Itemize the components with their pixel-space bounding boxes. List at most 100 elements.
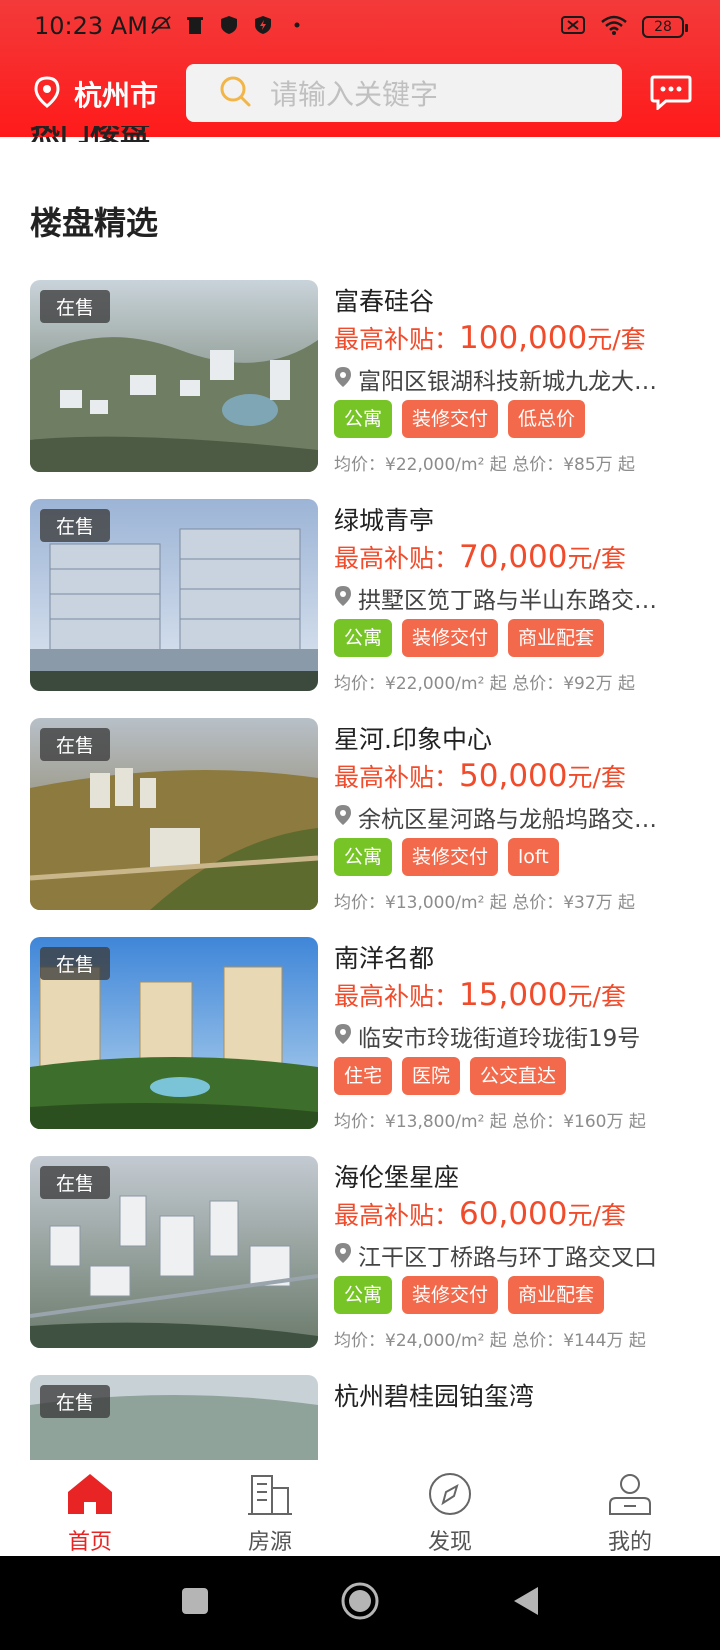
address-text: 富阳区银湖科技新城九龙大道与… [358,369,674,395]
search-placeholder: 请输入关键字 [270,78,439,111]
listing-name: 南洋名都 [334,944,435,973]
tag: 装修交付 [402,1276,499,1314]
listing-tags: 公寓 装修交付 商业配套 [334,619,605,657]
sale-status-badge: 在售 [40,290,111,323]
listing-image: 在售 [30,1156,318,1348]
system-navigation-bar [0,1556,720,1650]
tag: 低总价 [508,400,586,438]
trash-icon [184,14,206,36]
listing-card[interactable]: 在售 绿城青亭 最高补贴：70,000元/套 拱墅区笕丁路与半山东路交界处… 公… [30,499,690,694]
tag: 住宅 [334,1057,393,1095]
sale-status-badge: 在售 [40,509,111,542]
status-bar: 10:23 AM 28 [0,0,720,56]
tab-label: 首页 [67,1530,112,1555]
tag: loft [508,838,559,876]
listing-tags: 公寓 装修交付 loft [334,838,559,876]
tab-label: 我的 [607,1530,652,1555]
status-notification-icons [150,14,308,36]
listing-image: 在售 [30,937,318,1129]
tag: 装修交付 [402,838,499,876]
tab-profile[interactable]: 我的 [540,1460,720,1556]
sale-status-badge: 在售 [40,947,111,980]
address-text: 拱墅区笕丁路与半山东路交界处… [358,588,674,614]
listing-list: 在售 富春硅谷 最高补贴：100,000元/套 富阳区银湖科技新城九龙大道与… … [0,280,720,1460]
dot-icon [286,14,308,36]
listing-image: 在售 [30,280,318,472]
search-input[interactable]: 请输入关键字 [186,64,622,122]
listing-price-meta: 均价：¥24,000/m² 起 总价：¥144万 起 [334,1331,646,1351]
tag: 商业配套 [508,1276,605,1314]
listing-card[interactable]: 在售 海伦堡星座 最高补贴：60,000元/套 江干区丁桥路与环丁路交叉口 公寓… [30,1156,690,1351]
listing-card[interactable]: 在售 杭州碧桂园铂玺湾 [30,1375,690,1460]
address-text: 余杭区星河路与龙船坞路交叉口… [358,807,674,833]
previous-section-title-cutoff: 热门楼盘 [30,126,230,142]
listing-address: 江干区丁桥路与环丁路交叉口 [334,1238,674,1272]
message-button[interactable] [650,74,692,114]
mute-icon [150,14,172,36]
shield-icon [218,14,240,36]
tab-listings[interactable]: 房源 [180,1460,360,1556]
listing-address: 临安市玲珑街道玲珑街19号 [334,1019,674,1053]
listing-subsidy: 最高补贴：100,000元/套 [334,320,646,356]
wifi-icon [600,14,628,40]
listing-card[interactable]: 在售 富春硅谷 最高补贴：100,000元/套 富阳区银湖科技新城九龙大道与… … [30,280,690,475]
listing-address: 拱墅区笕丁路与半山东路交界处… [334,581,674,615]
listing-tags: 住宅 医院 公交直达 [334,1057,567,1095]
listing-price-meta: 均价：¥22,000/m² 起 总价：¥92万 起 [334,674,636,694]
listing-subsidy: 最高补贴：15,000元/套 [334,977,626,1013]
tag: 商业配套 [508,619,605,657]
location-pin-icon [334,1242,352,1268]
listing-subsidy: 最高补贴：70,000元/套 [334,539,626,575]
tag: 医院 [402,1057,461,1095]
back-button[interactable] [510,1585,540,1621]
listing-image: 在售 [30,1375,318,1460]
listing-name: 绿城青亭 [334,506,435,535]
compass-icon [426,1472,474,1520]
cutoff-text: 热门楼盘 [30,126,230,142]
listing-price-meta: 均价：¥13,000/m² 起 总价：¥37万 起 [334,893,636,913]
tab-discover[interactable]: 发现 [360,1460,540,1556]
city-name: 杭州市 [74,79,159,112]
listing-tags: 公寓 装修交付 低总价 [334,400,586,438]
shield-bolt-icon [252,14,274,36]
recents-button[interactable] [180,1586,210,1620]
listing-image: 在售 [30,718,318,910]
section-title: 楼盘精选 [30,204,159,242]
tag: 公寓 [334,400,393,438]
bottom-tab-bar: 首页 房源 发现 我的 [0,1460,720,1556]
tab-home[interactable]: 首页 [0,1460,180,1556]
listing-tags: 公寓 装修交付 商业配套 [334,1276,605,1314]
location-pin-icon [334,804,352,830]
user-icon [606,1472,654,1520]
location-pin-icon [334,585,352,611]
listing-address: 余杭区星河路与龙船坞路交叉口… [334,800,674,834]
sale-status-badge: 在售 [40,1385,111,1418]
status-system-icons: 28 [560,14,688,40]
location-pin-icon [34,76,60,112]
listing-card[interactable]: 在售 南洋名都 最高补贴：15,000元/套 临安市玲珑街道玲珑街19号 住宅 … [30,937,690,1132]
battery-indicator: 28 [642,16,688,38]
city-selector[interactable]: 杭州市 [34,74,158,114]
sim-off-icon [560,14,586,40]
home-icon [66,1472,114,1520]
listing-name: 富春硅谷 [334,287,435,316]
tag: 公交直达 [470,1057,567,1095]
tag: 公寓 [334,1276,393,1314]
location-pin-icon [334,1023,352,1049]
tab-label: 房源 [247,1530,292,1555]
tag: 公寓 [334,838,393,876]
home-button[interactable] [340,1581,380,1625]
listing-subsidy: 最高补贴：50,000元/套 [334,758,626,794]
sale-status-badge: 在售 [40,1166,111,1199]
status-time: 10:23 AM [34,12,148,40]
sale-status-badge: 在售 [40,728,111,761]
tab-label: 发现 [427,1530,472,1555]
tag: 装修交付 [402,619,499,657]
listing-image: 在售 [30,499,318,691]
search-icon [218,74,252,112]
tag: 装修交付 [402,400,499,438]
listing-price-meta: 均价：¥13,800/m² 起 总价：¥160万 起 [334,1112,646,1132]
listing-address: 富阳区银湖科技新城九龙大道与… [334,362,674,396]
listing-price-meta: 均价：¥22,000/m² 起 总价：¥85万 起 [334,455,636,475]
listing-card[interactable]: 在售 星河.印象中心 最高补贴：50,000元/套 余杭区星河路与龙船坞路交叉口… [30,718,690,913]
